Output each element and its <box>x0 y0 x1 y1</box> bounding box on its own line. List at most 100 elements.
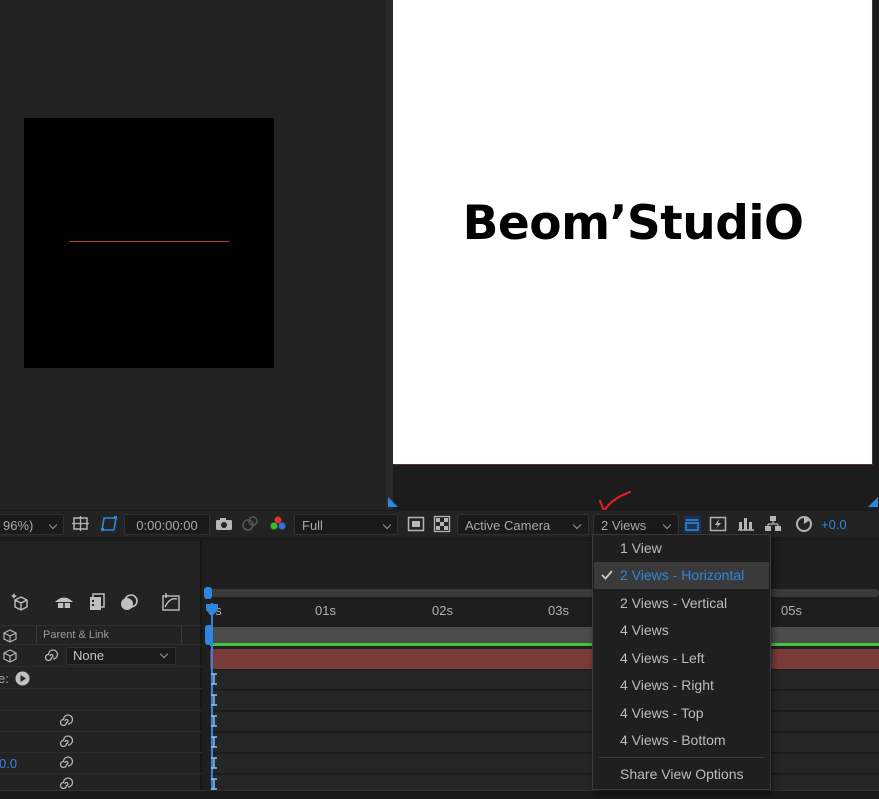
chevron-down-icon <box>662 520 672 530</box>
active-view-corner-icon <box>868 497 878 507</box>
play-circle-icon[interactable] <box>15 671 30 686</box>
property-value[interactable]: 0.0 <box>0 756 17 771</box>
keyframe-marker-icon[interactable] <box>211 757 217 769</box>
menu-item-label: 2 Views - Vertical <box>620 595 728 611</box>
menu-item-2-views-horizontal[interactable]: 2 Views - Horizontal <box>594 562 769 589</box>
menu-item-4-views-left[interactable]: 4 Views - Left <box>594 645 769 672</box>
menu-item-label: 4 Views - Right <box>620 677 714 693</box>
3d-layer-icon[interactable] <box>3 629 17 643</box>
camera-view-dropdown[interactable]: Active Camera <box>457 514 589 535</box>
left-comp-frame[interactable] <box>24 118 274 368</box>
menu-item-4-views[interactable]: 4 Views <box>594 617 769 644</box>
property-label: e: <box>0 671 9 686</box>
menu-item-label: 4 Views - Left <box>620 650 705 666</box>
composition-flowchart-icon[interactable] <box>764 515 782 533</box>
share-view-options-icon[interactable] <box>683 515 701 533</box>
property-row[interactable] <box>0 732 202 753</box>
resolution-value: Full <box>302 518 323 533</box>
right-view-panel[interactable]: Beom’StudiO <box>393 0 879 510</box>
property-track[interactable] <box>210 691 879 711</box>
chevron-down-icon <box>48 520 58 530</box>
keyframe-marker-icon[interactable] <box>211 715 217 727</box>
layer-duration-bar[interactable] <box>210 649 879 669</box>
menu-item-label: Share View Options <box>620 766 744 782</box>
property-track[interactable] <box>210 712 879 732</box>
keyframe-marker-icon[interactable] <box>211 694 217 706</box>
view-layout-value: 2 Views <box>601 518 647 533</box>
view-layout-dropdown[interactable]: 2 Views <box>593 514 679 535</box>
work-area-bar[interactable] <box>206 589 879 597</box>
selected-layer-line[interactable] <box>69 241 229 242</box>
composition-viewer: Beom’StudiO <box>0 0 879 510</box>
show-snapshot-icon[interactable] <box>241 515 259 533</box>
menu-item-label: 4 Views - Top <box>620 705 704 721</box>
snapshot-camera-icon[interactable] <box>215 515 233 533</box>
parent-link-header[interactable]: Parent & Link <box>43 629 109 641</box>
menu-item-1-view[interactable]: 1 View <box>594 535 769 562</box>
parent-dropdown[interactable]: None <box>66 647 176 665</box>
pick-whip-icon[interactable] <box>57 713 73 729</box>
motion-blur-icon[interactable] <box>118 591 140 613</box>
active-view-corner-icon <box>388 497 398 507</box>
menu-item-4-views-right[interactable]: 4 Views - Right <box>594 672 769 699</box>
menu-item-label: 4 Views <box>620 622 669 638</box>
pick-whip-icon[interactable] <box>57 755 73 771</box>
parent-value: None <box>73 648 105 663</box>
checkmark-icon <box>601 570 613 580</box>
pick-whip-icon[interactable] <box>42 648 58 664</box>
property-track[interactable] <box>210 670 879 690</box>
toggle-pixel-aspect-icon[interactable] <box>709 515 727 533</box>
chevron-down-icon <box>572 520 582 530</box>
keyframe-marker-icon[interactable] <box>211 673 217 685</box>
magnification-dropdown[interactable]: 96%) <box>0 514 64 535</box>
view-divider <box>386 0 393 510</box>
comp-duration-bar[interactable] <box>210 627 879 643</box>
frame-blending-icon[interactable] <box>86 591 108 613</box>
layer-column-header: Parent & Link <box>0 625 202 645</box>
graph-editor-icon[interactable] <box>160 591 182 613</box>
draft-3d-icon[interactable] <box>10 591 32 613</box>
menu-item-share-view-options[interactable]: Share View Options <box>594 761 769 788</box>
color-channels-icon[interactable] <box>269 515 287 533</box>
property-row[interactable] <box>0 711 202 732</box>
left-view-panel[interactable] <box>0 0 386 510</box>
layer-in-point-handle[interactable] <box>205 625 213 645</box>
ruler-label: 02s <box>432 603 453 618</box>
layer-row[interactable]: None <box>0 646 202 667</box>
3d-layer-icon[interactable] <box>3 649 17 663</box>
keyframe-marker-icon[interactable] <box>211 736 217 748</box>
pick-whip-icon[interactable] <box>57 734 73 750</box>
property-row[interactable]: 0.0 <box>0 753 202 774</box>
property-track[interactable] <box>210 754 879 774</box>
right-comp-frame[interactable]: Beom’StudiO <box>393 0 873 465</box>
transparency-grid-icon[interactable] <box>433 515 451 533</box>
comp-text-layer[interactable]: Beom’StudiO <box>393 196 873 251</box>
flowchart-icon[interactable] <box>737 515 755 533</box>
menu-item-4-views-top[interactable]: 4 Views - Top <box>594 700 769 727</box>
property-row[interactable] <box>0 690 202 711</box>
playhead-icon[interactable] <box>205 603 219 617</box>
menu-item-label: 2 Views - Horizontal <box>620 567 745 583</box>
menu-item-2-views-vertical[interactable]: 2 Views - Vertical <box>594 590 769 617</box>
region-of-interest-icon[interactable] <box>100 515 118 533</box>
shy-layers-icon[interactable] <box>53 591 75 613</box>
menu-item-4-views-bottom[interactable]: 4 Views - Bottom <box>594 727 769 754</box>
exposure-value[interactable]: +0.0 <box>821 514 847 535</box>
property-row[interactable]: e: <box>0 668 202 689</box>
layer-outline-panel: Parent & Link None e: 0.0 <box>0 541 202 799</box>
magnification-value: 96%) <box>3 518 34 533</box>
keyframe-marker-icon[interactable] <box>211 778 217 790</box>
render-cache-bar <box>210 643 879 646</box>
grid-guide-icon[interactable] <box>72 515 90 533</box>
view-layout-menu: 1 View 2 Views - Horizontal 2 Views - Ve… <box>592 534 771 790</box>
reset-exposure-icon[interactable] <box>795 515 813 533</box>
current-time-display[interactable]: 0:00:00:00 <box>124 514 210 535</box>
panel-bottom-edge <box>0 790 879 799</box>
resolution-dropdown[interactable]: Full <box>294 514 398 535</box>
ruler-label: 01s <box>315 603 336 618</box>
work-area-start-handle[interactable] <box>204 587 212 599</box>
property-track[interactable] <box>210 733 879 753</box>
menu-item-label: 1 View <box>620 540 662 556</box>
chevron-down-icon <box>159 649 169 659</box>
fast-previews-icon[interactable] <box>407 515 425 533</box>
